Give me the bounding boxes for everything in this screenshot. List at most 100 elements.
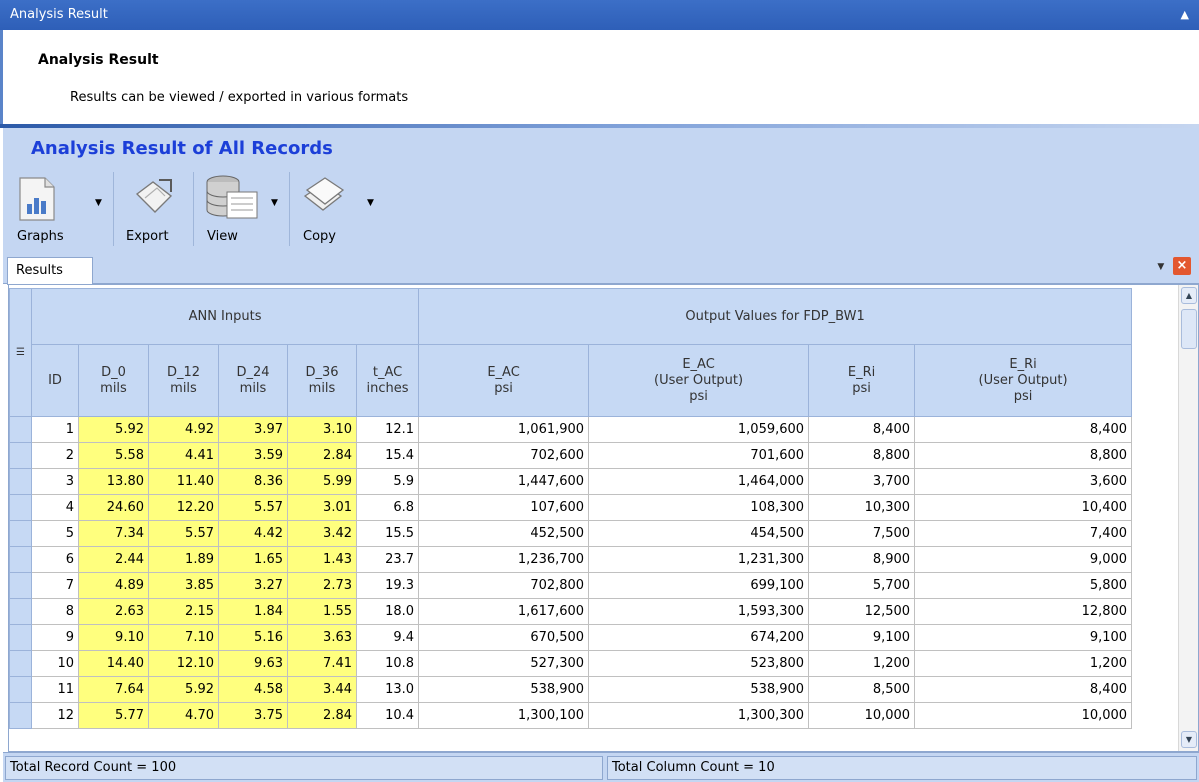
cell-d12[interactable]: 1.89 [148,546,219,573]
cell-d36[interactable]: 7.41 [287,650,357,677]
scroll-up-icon[interactable]: ▲ [1181,287,1197,304]
cell-eac[interactable]: 538,900 [418,676,590,703]
copy-dropdown-icon[interactable]: ▼ [367,198,374,208]
cell-tac[interactable]: 12.1 [355,416,420,443]
cell-d24[interactable]: 3.59 [218,442,288,469]
cell-eri[interactable]: 3,700 [808,468,916,495]
cell-d0[interactable]: 5.77 [78,702,149,729]
cell-eri-user[interactable]: 10,000 [914,702,1133,729]
cell-d36[interactable]: 5.99 [287,468,357,495]
table-row[interactable]: 4 24.60 12.20 5.57 3.01 6.8 107,600 108,300 10,3… [9,494,1133,521]
row-selector[interactable] [9,624,32,651]
column-header-d24[interactable]: D_24 mils [218,344,288,417]
cell-tac[interactable]: 10.8 [355,650,420,677]
cell-tac[interactable]: 13.0 [355,676,420,703]
column-header-tac[interactable]: t_AC inches [355,344,420,417]
cell-d24[interactable]: 4.58 [218,676,288,703]
cell-d36[interactable]: 2.84 [287,442,357,469]
cell-id[interactable]: 3 [31,468,79,495]
table-row[interactable]: 12 5.77 4.70 3.75 2.84 10.4 1,300,100 1,300,300… [9,702,1133,729]
cell-eri[interactable]: 10,000 [808,702,916,729]
tab-results[interactable]: Results [7,257,93,285]
cell-eri-user[interactable]: 3,600 [914,468,1133,495]
cell-eri[interactable]: 12,500 [808,598,916,625]
cell-d24[interactable]: 1.84 [218,598,288,625]
column-chooser-icon[interactable]: ☰ [16,347,25,358]
cell-id[interactable]: 6 [31,546,79,573]
cell-eac[interactable]: 527,300 [418,650,590,677]
column-header-eac[interactable]: E_AC psi [418,344,590,417]
cell-d0[interactable]: 5.92 [78,416,149,443]
cell-eac[interactable]: 702,600 [418,442,590,469]
cell-d12[interactable]: 5.92 [148,676,219,703]
cell-d12[interactable]: 3.85 [148,572,219,599]
view-dropdown-icon[interactable]: ▼ [271,198,278,208]
cell-d12[interactable]: 4.92 [148,416,219,443]
column-header-d36[interactable]: D_36 mils [287,344,357,417]
cell-tac[interactable]: 15.4 [355,442,420,469]
cell-tac[interactable]: 15.5 [355,520,420,547]
cell-d0[interactable]: 2.63 [78,598,149,625]
tab-list-dropdown-icon[interactable]: ▼ [1153,258,1169,276]
cell-d24[interactable]: 1.65 [218,546,288,573]
cell-d24[interactable]: 5.57 [218,494,288,521]
table-row[interactable]: 9 9.10 7.10 5.16 3.63 9.4 670,500 674,200 9,100 9… [9,624,1133,651]
row-selector[interactable] [9,546,32,573]
cell-eri[interactable]: 1,200 [808,650,916,677]
cell-eri-user[interactable]: 12,800 [914,598,1133,625]
cell-tac[interactable]: 19.3 [355,572,420,599]
cell-tac[interactable]: 9.4 [355,624,420,651]
graphs-dropdown-icon[interactable]: ▼ [95,198,102,208]
cell-d36[interactable]: 3.42 [287,520,357,547]
cell-d0[interactable]: 7.64 [78,676,149,703]
cell-d24[interactable]: 4.42 [218,520,288,547]
cell-tac[interactable]: 5.9 [355,468,420,495]
row-selector-header[interactable]: ☰ [9,288,32,417]
cell-id[interactable]: 5 [31,520,79,547]
cell-eac-user[interactable]: 1,231,300 [588,546,810,573]
cell-eac-user[interactable]: 108,300 [588,494,810,521]
cell-d0[interactable]: 4.89 [78,572,149,599]
cell-id[interactable]: 1 [31,416,79,443]
cell-eri-user[interactable]: 1,200 [914,650,1133,677]
cell-d12[interactable]: 2.15 [148,598,219,625]
cell-d24[interactable]: 8.36 [218,468,288,495]
row-selector[interactable] [9,468,32,495]
cell-eac-user[interactable]: 523,800 [588,650,810,677]
cell-eri-user[interactable]: 8,400 [914,416,1133,443]
cell-eac[interactable]: 702,800 [418,572,590,599]
cell-d0[interactable]: 13.80 [78,468,149,495]
cell-d12[interactable]: 4.70 [148,702,219,729]
cell-d12[interactable]: 12.20 [148,494,219,521]
cell-d24[interactable]: 9.63 [218,650,288,677]
cell-tac[interactable]: 18.0 [355,598,420,625]
cell-d12[interactable]: 5.57 [148,520,219,547]
cell-eri-user[interactable]: 8,400 [914,676,1133,703]
cell-eac-user[interactable]: 701,600 [588,442,810,469]
column-header-d0[interactable]: D_0 mils [78,344,149,417]
table-row[interactable]: 7 4.89 3.85 3.27 2.73 19.3 702,800 699,100 5,700… [9,572,1133,599]
table-row[interactable]: 5 7.34 5.57 4.42 3.42 15.5 452,500 454,500 7,500… [9,520,1133,547]
cell-eri-user[interactable]: 9,100 [914,624,1133,651]
cell-eri-user[interactable]: 7,400 [914,520,1133,547]
row-selector[interactable] [9,650,32,677]
cell-eri[interactable]: 5,700 [808,572,916,599]
column-header-eri-user[interactable]: E_Ri (User Output) psi [914,344,1133,417]
cell-d0[interactable]: 14.40 [78,650,149,677]
cell-eac-user[interactable]: 674,200 [588,624,810,651]
row-selector[interactable] [9,442,32,469]
close-tab-icon[interactable]: × [1173,257,1191,275]
row-selector[interactable] [9,676,32,703]
cell-eac[interactable]: 452,500 [418,520,590,547]
cell-eac-user[interactable]: 1,593,300 [588,598,810,625]
cell-id[interactable]: 10 [31,650,79,677]
cell-d0[interactable]: 9.10 [78,624,149,651]
cell-eac[interactable]: 1,617,600 [418,598,590,625]
vertical-scrollbar[interactable]: ▲ ▼ [1178,285,1198,751]
cell-id[interactable]: 11 [31,676,79,703]
cell-eri[interactable]: 10,300 [808,494,916,521]
cell-eac-user[interactable]: 1,464,000 [588,468,810,495]
row-selector[interactable] [9,598,32,625]
cell-eri[interactable]: 8,400 [808,416,916,443]
copy-button[interactable]: ▼ Copy [297,168,381,250]
